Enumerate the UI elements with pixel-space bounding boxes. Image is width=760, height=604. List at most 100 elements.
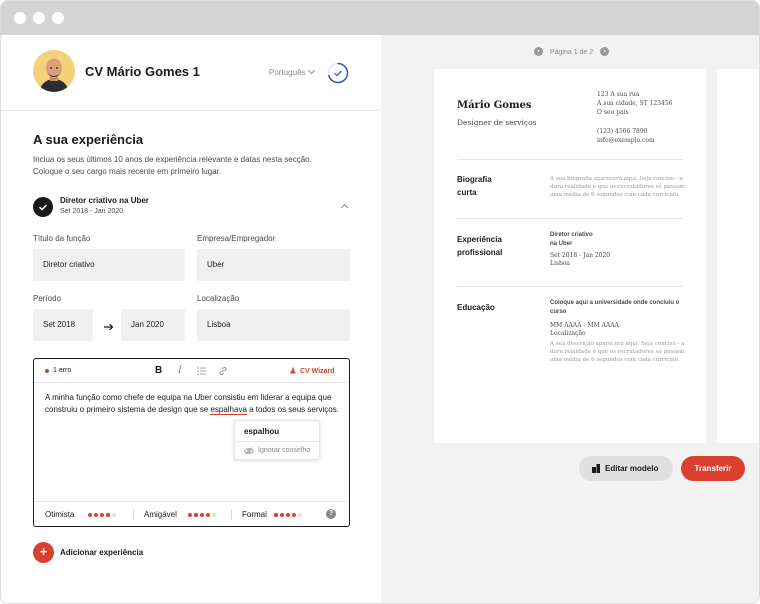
italic-button[interactable]: I — [178, 365, 182, 376]
check-icon — [334, 70, 342, 77]
preview-education-text: A sua descrição aparecerá aqui. Seja con… — [550, 341, 685, 363]
preview-education-dates: MM AAAA - MM AAAA Localização — [550, 322, 619, 337]
completion-progress-ring[interactable] — [327, 62, 349, 84]
tone-dot — [292, 513, 296, 517]
tone-dot — [188, 513, 192, 517]
tone-dot — [194, 513, 198, 517]
preview-name: Mário Gomes — [457, 100, 532, 111]
error-dot-icon — [45, 369, 49, 373]
avatar — [33, 50, 75, 92]
tone-dot — [200, 513, 204, 517]
tone-label-friendly: Amigável — [144, 510, 177, 519]
tone-dot — [298, 513, 302, 517]
cv-header: CV Mário Gomes 1 Português — [1, 35, 381, 111]
tone-level-friendly — [188, 513, 218, 517]
divider — [133, 509, 134, 520]
edit-template-button[interactable]: Editar modelo — [579, 456, 673, 481]
editor-toolbar: 1 erro B I CV Wizard — [34, 359, 348, 383]
tone-label-formal: Formal — [242, 510, 267, 519]
arrow-right-icon — [104, 323, 114, 331]
tone-dot — [112, 513, 116, 517]
job-title-label: Título da função — [33, 234, 91, 243]
wizard-hat-icon — [290, 366, 296, 374]
cv-preview-page[interactable]: Mário Gomes Designer de serviços 123 A s… — [434, 69, 706, 443]
chevron-up-icon[interactable] — [340, 203, 349, 212]
end-date-input[interactable]: Jan 2020 — [121, 309, 185, 341]
chevron-down-icon — [308, 66, 316, 75]
preview-role: Designer de serviços — [457, 118, 537, 127]
language-selector[interactable]: Português — [269, 66, 316, 77]
job-title: Diretor criativo na Uber — [60, 196, 149, 205]
tone-dot — [106, 513, 110, 517]
spelling-suggestion-popup: espalhou Ignorar conselho — [234, 420, 320, 460]
tone-level-formal — [274, 513, 304, 517]
editor-panel: CV Mário Gomes 1 Português A sua experiê… — [1, 35, 381, 603]
divider — [231, 509, 232, 520]
divider — [457, 218, 683, 219]
previous-page-icon[interactable] — [534, 47, 543, 56]
cv-title[interactable]: CV Mário Gomes 1 — [85, 64, 200, 79]
preview-panel: Página 1 de 2 Mário Gomes Designer de se… — [381, 35, 759, 603]
section-description: Inclua os seus últimos 10 anos de experi… — [33, 155, 312, 176]
bullet-list-icon[interactable] — [197, 367, 206, 375]
tone-level-optimistic — [88, 513, 118, 517]
divider — [457, 159, 683, 160]
window-dot-minimize[interactable] — [33, 12, 45, 24]
tone-dot — [88, 513, 92, 517]
cv-preview-next-page[interactable] — [717, 69, 759, 443]
cv-wizard-label: CV Wizard — [300, 368, 335, 375]
preview-experience-job: Diretor criativo na Uber — [550, 232, 593, 247]
preview-bio-heading: Biografia curta — [457, 175, 492, 197]
suggestion-option[interactable]: espalhou — [244, 427, 279, 436]
preview-experience-heading: Experiência profissional — [457, 235, 503, 257]
description-editor[interactable]: 1 erro B I CV Wizard A minha função como… — [33, 358, 350, 527]
editor-text-after: a todos os seus serviços. — [246, 405, 339, 414]
location-label: Localização — [197, 294, 240, 303]
link-icon[interactable] — [218, 366, 228, 376]
template-icon — [592, 464, 600, 473]
eye-off-icon — [244, 447, 254, 455]
language-label: Português — [269, 68, 306, 77]
tone-meter: Otimista Amigável Formal ? — [34, 501, 348, 525]
tone-dot — [280, 513, 284, 517]
check-circle-icon — [33, 197, 53, 217]
divider — [235, 441, 319, 442]
job-dates: Set 2018 - Jan 2020 — [60, 208, 124, 215]
page-count: Página 1 de 2 — [549, 49, 594, 56]
app-window: CV Mário Gomes 1 Português A sua experiê… — [0, 0, 760, 604]
location-input[interactable]: Lisboa — [197, 309, 350, 341]
title-bar — [1, 1, 759, 35]
window-dot-maximize[interactable] — [52, 12, 64, 24]
error-count[interactable]: 1 erro — [53, 367, 71, 374]
employer-input[interactable]: Uber — [197, 249, 350, 281]
tone-dot — [206, 513, 210, 517]
misspelled-word[interactable]: espalhava — [210, 405, 247, 415]
add-experience-label: Adicionar experiência — [60, 548, 144, 557]
download-button[interactable]: Transferir — [681, 456, 745, 481]
preview-address: 123 A sua rua A sua cidade, ST 123456 O … — [597, 91, 673, 144]
help-icon[interactable]: ? — [326, 509, 336, 519]
tone-dot — [94, 513, 98, 517]
page-indicator: Página 1 de 2 — [534, 47, 610, 56]
cv-wizard-button[interactable]: CV Wizard — [289, 366, 335, 375]
start-date-input[interactable]: Set 2018 — [33, 309, 93, 341]
job-accordion-header[interactable]: Diretor criativo na Uber Set 2018 - Jan … — [33, 196, 349, 222]
tone-dot — [212, 513, 216, 517]
section-title: A sua experiência — [33, 132, 144, 147]
tone-dot — [100, 513, 104, 517]
job-title-input[interactable]: Diretor criativo — [33, 249, 185, 281]
tone-dot — [274, 513, 278, 517]
bold-button[interactable]: B — [155, 365, 162, 376]
next-page-icon[interactable] — [600, 47, 610, 56]
editor-text[interactable]: A minha função como chefe de equipa na U… — [45, 392, 340, 416]
preview-bio-text: A sua biografia aparecerá aqui. Seja con… — [550, 176, 685, 198]
tone-label-optimistic: Otimista — [45, 510, 75, 519]
divider — [457, 286, 683, 287]
employer-label: Empresa/Empregador — [197, 234, 276, 243]
window-dot-close[interactable] — [14, 12, 26, 24]
period-label: Período — [33, 294, 62, 303]
preview-education-school: Coloque aqui a universidade onde conclui… — [550, 300, 680, 315]
preview-education-heading: Educação — [457, 303, 495, 312]
tone-dot — [286, 513, 290, 517]
ignore-advice-option[interactable]: Ignorar conselho — [258, 447, 310, 454]
